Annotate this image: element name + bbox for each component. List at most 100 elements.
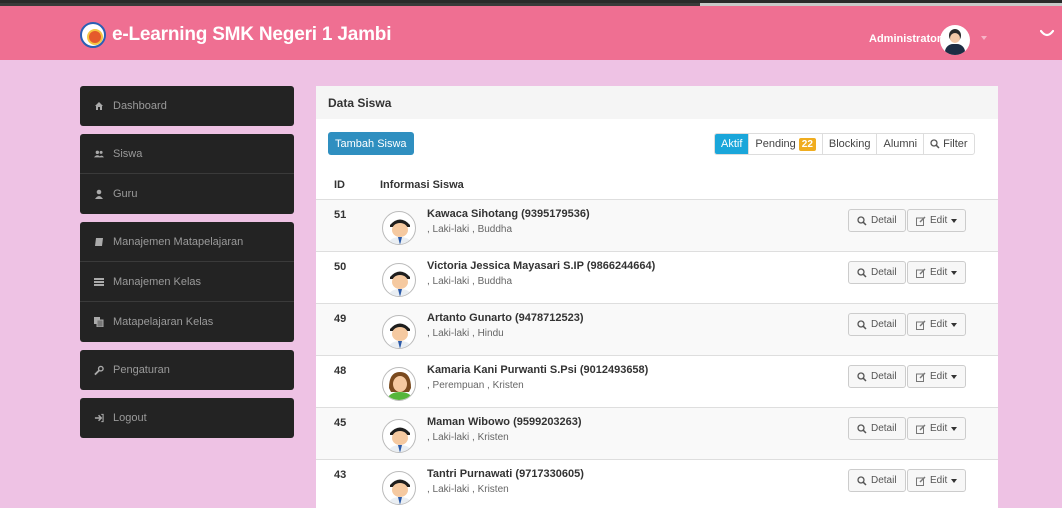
edit-button-label: Edit	[930, 423, 948, 434]
male-avatar-icon	[382, 263, 416, 297]
detail-button[interactable]: Detail	[848, 365, 906, 388]
users-icon	[94, 149, 104, 159]
list-icon	[94, 277, 104, 287]
student-info: , Laki-laki , Hindu	[427, 328, 504, 339]
search-icon	[930, 139, 940, 149]
sidebar-item-guru[interactable]: Guru	[80, 174, 294, 214]
chevron-down-icon	[951, 218, 958, 223]
edit-dropdown-button[interactable]: Edit	[907, 469, 967, 492]
edit-button-label: Edit	[930, 319, 948, 330]
edit-button-label: Edit	[930, 215, 948, 226]
sidebar-item-label: Manajemen Matapelajaran	[113, 235, 244, 248]
copy-icon	[94, 317, 104, 327]
pending-count-badge: 22	[798, 137, 816, 151]
zoom-icon	[857, 215, 867, 226]
filter-blocking-label: Blocking	[828, 138, 871, 150]
student-name[interactable]: Victoria Jessica Mayasari S.IP (98662446…	[427, 260, 655, 272]
male-avatar-icon	[382, 471, 416, 505]
sidebar-item-logout[interactable]: Logout	[80, 398, 294, 438]
detail-button[interactable]: Detail	[848, 209, 906, 232]
detail-button[interactable]: Detail	[848, 469, 906, 492]
student-name[interactable]: Tantri Purnawati (9717330605)	[427, 468, 584, 480]
detail-button-label: Detail	[871, 423, 897, 434]
edit-icon	[916, 320, 926, 330]
school-logo-icon	[80, 22, 106, 48]
student-name[interactable]: Kawaca Sihotang (9395179536)	[427, 208, 590, 220]
edit-dropdown-button[interactable]: Edit	[907, 209, 967, 232]
detail-button-label: Detail	[871, 475, 897, 486]
edit-button-label: Edit	[930, 267, 948, 278]
status-filter-group: Aktif Pending 22 Blocking Alumni Filter	[714, 133, 975, 155]
zoom-icon	[857, 319, 867, 330]
sidebar-item-label: Pengaturan	[113, 364, 170, 376]
detail-button-label: Detail	[871, 319, 897, 330]
student-name[interactable]: Artanto Gunarto (9478712523)	[427, 312, 584, 324]
edit-dropdown-button[interactable]: Edit	[907, 417, 967, 440]
table-row: 49 Artanto Gunarto (9478712523) , Laki-l…	[316, 303, 998, 355]
sidebar-group-users: Siswa Guru	[80, 134, 294, 214]
sidebar-item-label: Matapelajaran Kelas	[113, 316, 214, 328]
sidebar: Dashboard Siswa Guru Manajemen Matapelaj…	[80, 86, 294, 446]
edit-icon	[916, 268, 926, 278]
edit-button-label: Edit	[930, 371, 948, 382]
table-row: 48 Kamaria Kani Purwanti S.Psi (90124936…	[316, 355, 998, 407]
user-name[interactable]: Administrator	[869, 33, 941, 45]
student-info: , Laki-laki , Buddha	[427, 276, 513, 287]
sidebar-item-manajemen-matapelajaran[interactable]: Manajemen Matapelajaran	[80, 222, 294, 262]
user-avatar-icon[interactable]	[940, 25, 970, 55]
wrench-icon	[94, 365, 104, 375]
detail-button[interactable]: Detail	[848, 261, 906, 284]
sidebar-group-logout: Logout	[80, 398, 294, 438]
user-menu-caret-icon[interactable]	[981, 36, 987, 40]
window-top-bar	[0, 3, 700, 6]
student-info: , Laki-laki , Kristen	[427, 484, 509, 495]
table-row: 43 Tantri Purnawati (9717330605) , Laki-…	[316, 459, 998, 508]
filter-pending[interactable]: Pending 22	[748, 134, 822, 154]
row-id: 48	[334, 365, 347, 377]
detail-button-label: Detail	[871, 371, 897, 382]
chevron-down-icon	[951, 322, 958, 327]
app-title: e-Learning SMK Negeri 1 Jambi	[112, 24, 392, 45]
sidebar-group-management: Manajemen Matapelajaran Manajemen Kelas …	[80, 222, 294, 342]
chevron-down-icon	[951, 374, 958, 379]
filter-aktif[interactable]: Aktif	[715, 134, 749, 154]
add-student-button[interactable]: Tambah Siswa	[328, 132, 414, 155]
edit-icon	[916, 216, 926, 226]
edit-button-label: Edit	[930, 475, 948, 486]
zoom-icon	[857, 423, 867, 434]
sidebar-group-main: Dashboard	[80, 86, 294, 126]
student-info: , Perempuan , Kristen	[427, 380, 524, 391]
filter-aktif-label: Aktif	[721, 138, 743, 150]
sidebar-item-siswa[interactable]: Siswa	[80, 134, 294, 174]
filter-button[interactable]: Filter	[923, 134, 973, 154]
sidebar-item-label: Manajemen Kelas	[113, 275, 202, 288]
edit-dropdown-button[interactable]: Edit	[907, 313, 967, 336]
student-name[interactable]: Kamaria Kani Purwanti S.Psi (9012493658)	[427, 364, 648, 376]
collapse-icon[interactable]	[1040, 29, 1054, 39]
detail-button[interactable]: Detail	[848, 313, 906, 336]
row-id: 45	[334, 417, 347, 429]
male-avatar-icon	[382, 419, 416, 453]
sidebar-item-label: Siswa	[113, 147, 143, 160]
row-id: 50	[334, 261, 347, 273]
filter-blocking[interactable]: Blocking	[821, 134, 877, 154]
data-siswa-panel: Data Siswa Tambah Siswa Aktif Pending 22…	[316, 86, 998, 508]
student-info: , Laki-laki , Kristen	[427, 432, 509, 443]
sidebar-item-matapelajaran-kelas[interactable]: Matapelajaran Kelas	[80, 302, 294, 342]
edit-icon	[916, 372, 926, 382]
student-name[interactable]: Maman Wibowo (9599203263)	[427, 416, 582, 428]
filter-alumni[interactable]: Alumni	[876, 134, 923, 154]
student-table: 51 Kawaca Sihotang (9395179536) , Laki-l…	[316, 199, 998, 508]
sidebar-item-pengaturan[interactable]: Pengaturan	[80, 350, 294, 390]
detail-button[interactable]: Detail	[848, 417, 906, 440]
edit-dropdown-button[interactable]: Edit	[907, 261, 967, 284]
brand[interactable]: e-Learning SMK Negeri 1 Jambi	[80, 22, 391, 48]
male-avatar-icon	[382, 211, 416, 245]
sidebar-item-manajemen-kelas[interactable]: Manajemen Kelas	[80, 262, 294, 302]
column-header-id: ID	[334, 179, 345, 191]
home-icon	[94, 101, 104, 111]
sidebar-item-dashboard[interactable]: Dashboard	[80, 86, 294, 126]
edit-dropdown-button[interactable]: Edit	[907, 365, 967, 388]
row-id: 49	[334, 313, 347, 325]
sidebar-group-settings: Pengaturan	[80, 350, 294, 390]
